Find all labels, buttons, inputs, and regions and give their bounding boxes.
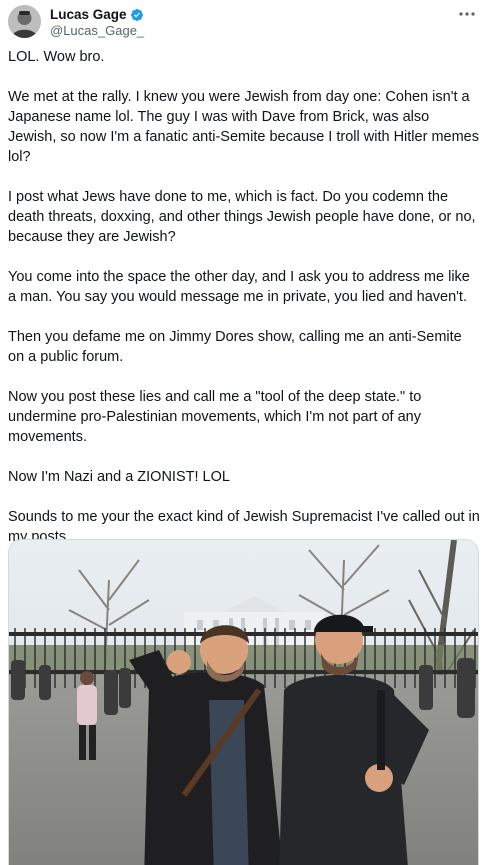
tweet-paragraph: You come into the space the other day, a…: [8, 269, 470, 305]
verified-badge-icon: [130, 8, 143, 21]
tweet-paragraph: I post what Jews have done to me, which …: [8, 189, 476, 245]
tweet-paragraph: Now I'm Nazi and a ZIONIST! LOL: [8, 469, 230, 485]
author-handle[interactable]: @Lucas_Gage_: [50, 23, 144, 38]
tweet-header: Lucas Gage @Lucas_Gage_: [8, 5, 478, 39]
tweet-text: LOL. Wow bro. We met at the rally. I kne…: [8, 47, 480, 547]
more-options-icon[interactable]: [458, 7, 476, 21]
tweet-paragraph: We met at the rally. I knew you were Jew…: [8, 89, 479, 165]
more-horizontal-icon: [459, 12, 475, 16]
avatar[interactable]: [8, 5, 41, 38]
photo-image: [9, 540, 478, 865]
avatar-photo-icon: [8, 5, 41, 38]
author-display-name[interactable]: Lucas Gage: [50, 7, 127, 22]
tweet-paragraph: Now you post these lies and call me a "t…: [8, 389, 422, 445]
tweet-paragraph: Then you defame me on Jimmy Dores show, …: [8, 329, 462, 365]
author-name-line: Lucas Gage: [50, 7, 144, 22]
tweet-paragraph: LOL. Wow bro.: [8, 49, 105, 65]
tweet-media-photo[interactable]: [8, 539, 479, 865]
